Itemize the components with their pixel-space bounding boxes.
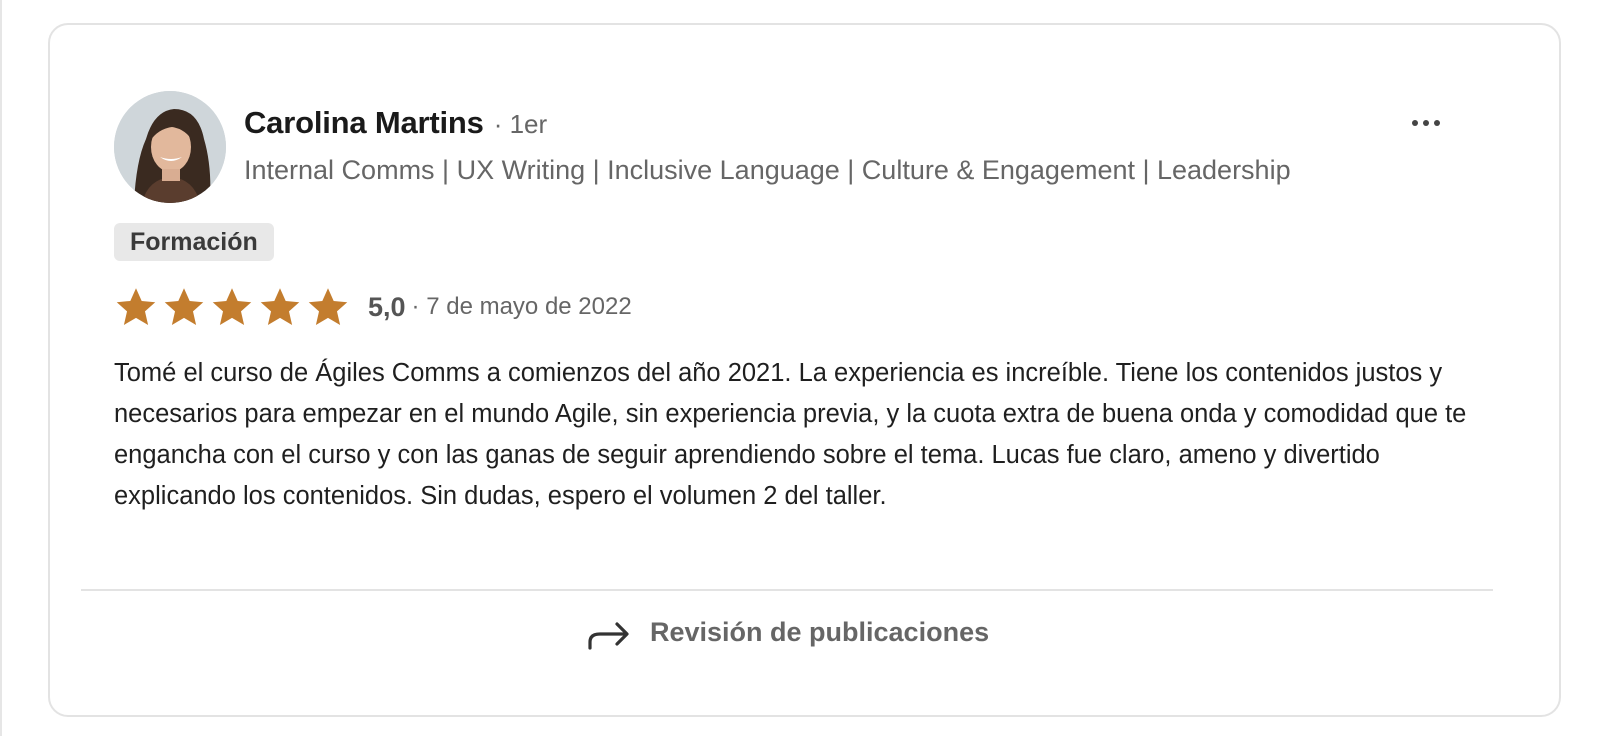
review-card: Carolina Martins · 1er Internal Comms | …: [48, 23, 1561, 717]
view-posts-button[interactable]: Revisión de publicaciones: [586, 611, 989, 653]
share-arrow-icon: [588, 622, 629, 650]
review-text: Tomé el curso de Ágiles Comms a comienzo…: [114, 359, 1467, 510]
star-icon: [164, 288, 204, 325]
star-icon: [260, 288, 300, 325]
divider: [81, 589, 1493, 591]
star-icon: [308, 288, 348, 325]
author-headline: Internal Comms | UX Writing | Inclusive …: [244, 155, 1291, 185]
connection-degree: · 1er: [493, 109, 548, 139]
page-edge: [0, 0, 2, 736]
star-icon: [116, 288, 156, 325]
ellipsis-icon: [1423, 120, 1429, 126]
author-line: Carolina Martins · 1er: [244, 105, 547, 151]
profile-photo: [114, 91, 226, 203]
more-options-button[interactable]: [1404, 105, 1448, 141]
avatar[interactable]: [114, 91, 226, 203]
view-posts-label: Revisión de publicaciones: [650, 616, 990, 647]
author-name[interactable]: Carolina Martins: [244, 105, 484, 141]
star-rating: [114, 285, 350, 329]
ellipsis-icon: [1412, 120, 1418, 126]
ellipsis-icon: [1434, 120, 1440, 126]
star-icon: [212, 288, 252, 325]
review-date: · 7 de mayo de 2022: [411, 293, 632, 320]
rating-score: 5,0: [368, 291, 406, 322]
rating-row: 5,0 · 7 de mayo de 2022: [114, 283, 632, 331]
service-tag: Formación: [114, 223, 274, 261]
